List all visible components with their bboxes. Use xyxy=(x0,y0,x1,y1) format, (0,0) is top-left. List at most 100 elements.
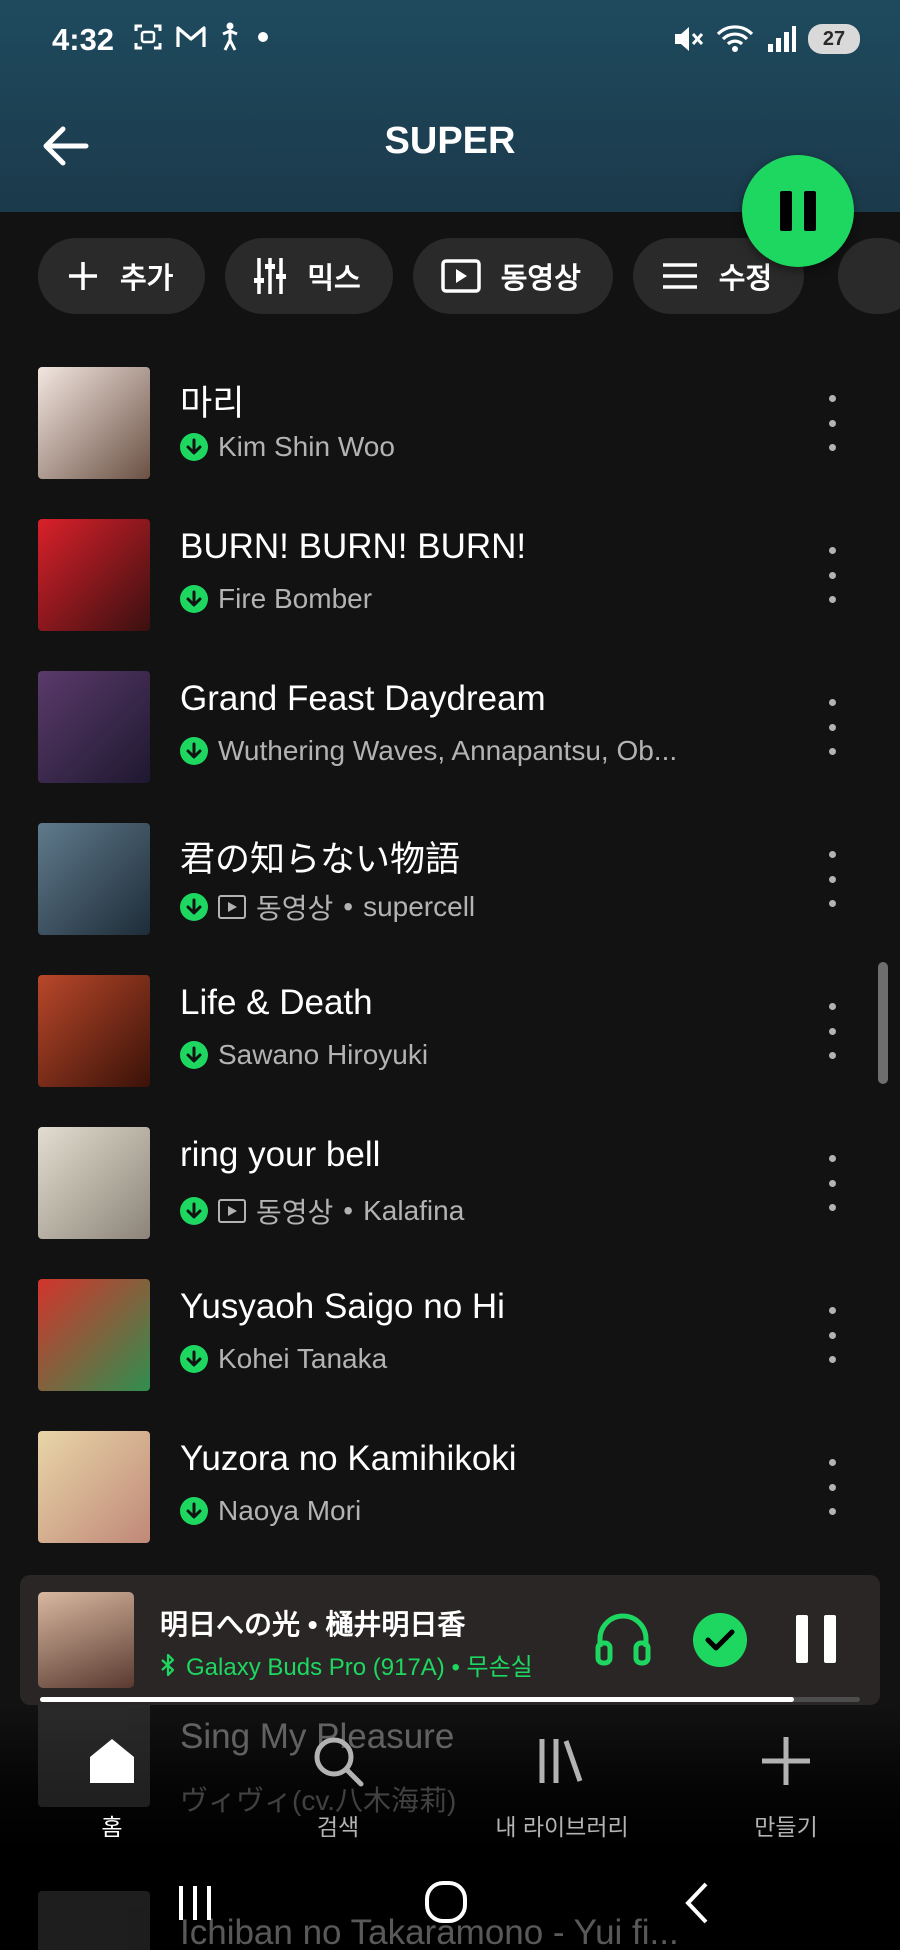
pause-icon xyxy=(796,1615,808,1663)
track-artist: Kim Shin Woo xyxy=(218,431,395,462)
album-cover xyxy=(38,823,150,935)
scrollbar-thumb[interactable] xyxy=(878,962,888,1084)
chip-mix[interactable]: 믹스 xyxy=(225,238,393,314)
track-subtitle: Kohei Tanaka xyxy=(180,1343,387,1375)
now-playing-title: 明日への光 • 樋井明日香 xyxy=(160,1609,466,1640)
track-artist: Wuthering Waves, Annapantsu, Ob... xyxy=(218,735,678,766)
more-dot xyxy=(828,1508,836,1515)
headphones-icon xyxy=(595,1613,651,1666)
track-title: Grand Feast Daydream xyxy=(180,679,546,718)
mini-pause-button[interactable] xyxy=(796,1615,836,1663)
connected-device[interactable]: Galaxy Buds Pro (917A) • 무손실 xyxy=(160,1647,533,1682)
downloaded-icon xyxy=(180,1041,208,1069)
status-notification-icons xyxy=(133,22,273,52)
downloaded-icon xyxy=(180,1197,208,1225)
track-artist: Fire Bomber xyxy=(218,583,373,614)
mixer-icon xyxy=(254,258,287,294)
device-picker-button[interactable] xyxy=(594,1611,652,1667)
accessibility-icon xyxy=(222,22,238,51)
track-title: Yuzora no Kamihikoki xyxy=(180,1439,517,1478)
more-options-button[interactable] xyxy=(820,1003,844,1059)
video-label: 동영상 xyxy=(256,893,334,924)
track-artist: Sawano Hiroyuki xyxy=(218,1039,429,1070)
more-options-button[interactable] xyxy=(820,851,844,907)
more-dot xyxy=(828,1307,836,1314)
track-row[interactable]: Yuzora no Kamihikoki Naoya Mori xyxy=(0,1419,900,1571)
track-title: BURN! BURN! BURN! xyxy=(180,527,527,566)
menu-icon xyxy=(662,263,697,289)
video-icon xyxy=(218,895,246,919)
status-bar: 4:32 27 xyxy=(0,0,900,84)
chip-sort[interactable] xyxy=(838,238,900,314)
more-options-button[interactable] xyxy=(820,699,844,755)
track-subtitle: Sawano Hiroyuki xyxy=(180,1039,428,1071)
chip-label: 수정 xyxy=(718,263,773,295)
check-icon xyxy=(705,1629,735,1651)
album-cover xyxy=(38,1127,150,1239)
mini-player[interactable]: 明日への光 • 樋井明日香 Galaxy Buds Pro (917A) • 무… xyxy=(20,1575,880,1705)
mute-icon xyxy=(675,27,704,51)
video-label: 동영상 xyxy=(256,1197,334,1228)
more-dot xyxy=(828,1052,836,1059)
track-row[interactable]: 君の知らない物語 동영상 • supercell xyxy=(0,811,900,963)
more-dot xyxy=(828,1179,836,1187)
device-label: Galaxy Buds Pro (917A) • 무손실 xyxy=(186,1654,533,1681)
more-dot xyxy=(828,419,836,427)
playback-progress[interactable] xyxy=(40,1697,860,1702)
more-options-button[interactable] xyxy=(820,1307,844,1363)
nav-library[interactable]: 내 라이브러리 xyxy=(472,1733,652,1842)
video-icon xyxy=(441,259,481,293)
downloaded-icon xyxy=(180,1497,208,1525)
pause-icon xyxy=(780,191,792,231)
back-chevron-icon[interactable] xyxy=(668,1878,728,1928)
more-options-button[interactable] xyxy=(820,547,844,603)
track-row[interactable]: ring your bell 동영상 • Kalafina xyxy=(0,1115,900,1267)
more-dot xyxy=(828,395,836,402)
track-row[interactable]: Life & Death Sawano Hiroyuki xyxy=(0,963,900,1115)
album-cover xyxy=(38,1431,150,1543)
now-playing-cover xyxy=(38,1592,134,1688)
nav-home[interactable]: 홈 xyxy=(22,1733,202,1842)
album-cover xyxy=(38,367,150,479)
track-title: Yusyaoh Saigo no Hi xyxy=(180,1287,505,1326)
track-title: ring your bell xyxy=(180,1135,381,1174)
play-pause-button[interactable] xyxy=(742,155,854,267)
more-dot xyxy=(828,1027,836,1035)
chip-video[interactable]: 동영상 xyxy=(412,238,613,314)
downloaded-icon xyxy=(180,1345,208,1373)
album-cover xyxy=(38,671,150,783)
more-dot xyxy=(828,1459,836,1466)
track-row[interactable]: Grand Feast Daydream Wuthering Waves, Ann… xyxy=(0,659,900,811)
more-dot xyxy=(828,1356,836,1363)
separator-dot: • xyxy=(343,891,354,922)
library-icon xyxy=(539,1739,583,1783)
track-subtitle: 동영상 • supercell xyxy=(180,887,475,927)
track-title: 마리 xyxy=(180,384,245,423)
track-row[interactable]: BURN! BURN! BURN! Fire Bomber xyxy=(0,507,900,659)
downloaded-icon xyxy=(180,585,208,613)
dot-icon xyxy=(258,32,268,42)
track-artist: Kalafina xyxy=(363,1195,465,1226)
track-row[interactable]: Yusyaoh Saigo no Hi Kohei Tanaka xyxy=(0,1267,900,1419)
gmail-icon xyxy=(176,26,206,47)
chip-add[interactable]: 추가 xyxy=(38,238,206,314)
track-title: Life & Death xyxy=(180,983,373,1022)
bluetooth-icon xyxy=(161,1653,175,1676)
more-dot xyxy=(828,699,836,706)
track-subtitle: Wuthering Waves, Annapantsu, Ob... xyxy=(180,735,677,767)
track-artist: Naoya Mori xyxy=(218,1495,362,1526)
track-row[interactable]: 마리 Kim Shin Woo xyxy=(0,355,900,507)
more-options-button[interactable] xyxy=(820,395,844,451)
more-options-button[interactable] xyxy=(820,1155,844,1211)
more-options-button[interactable] xyxy=(820,1459,844,1515)
nav-search[interactable]: 검색 xyxy=(248,1733,428,1842)
home-circle-icon[interactable] xyxy=(416,1878,476,1928)
more-dot xyxy=(828,1155,836,1162)
saved-check-button[interactable] xyxy=(693,1613,747,1667)
recents-icon[interactable] xyxy=(165,1878,225,1928)
more-dot xyxy=(828,571,836,579)
more-dot xyxy=(828,547,836,554)
nav-create[interactable]: 만들기 xyxy=(696,1733,876,1842)
nav-label: 검색 xyxy=(316,1814,360,1840)
album-cover xyxy=(38,1279,150,1391)
